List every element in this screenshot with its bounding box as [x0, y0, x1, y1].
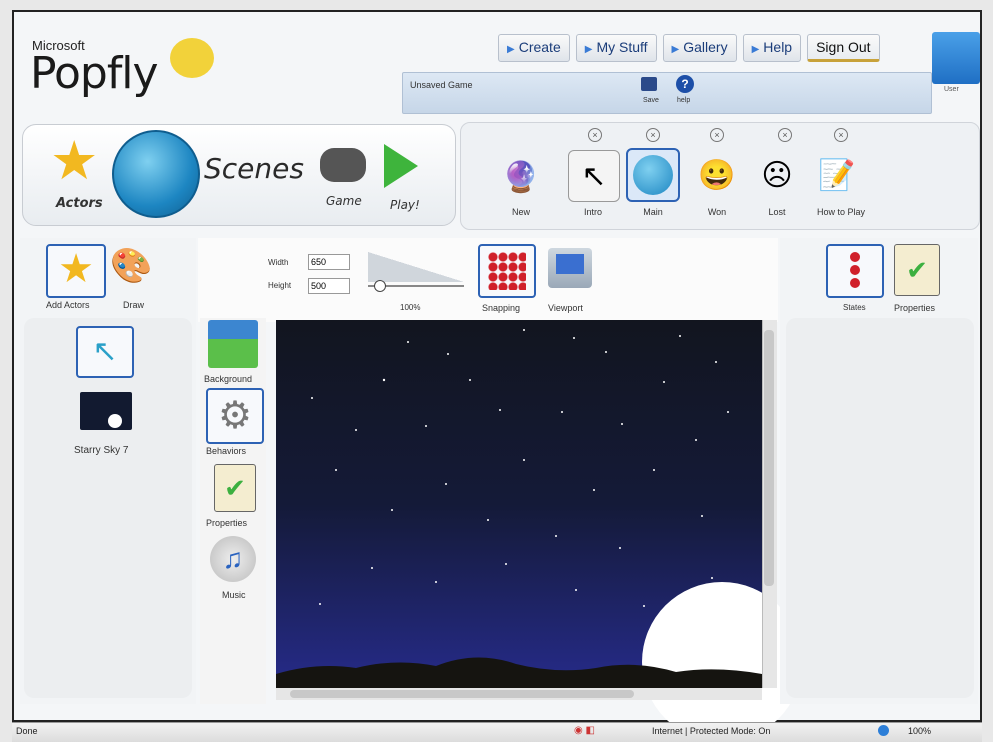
viewport-label: Viewport: [548, 303, 583, 313]
scene-label: Lost: [768, 207, 786, 217]
zoom-level[interactable]: 100%: [908, 726, 931, 736]
nav-gallery-label: Gallery: [683, 39, 728, 55]
nav-gallery[interactable]: ▶ Gallery: [662, 34, 737, 62]
status-text: Done: [16, 726, 38, 736]
user-label: User: [944, 86, 959, 93]
background-icon[interactable]: [208, 320, 258, 368]
scene-lost-icon[interactable]: ☹: [752, 150, 802, 200]
scenes-globe-icon[interactable]: [112, 130, 200, 218]
snapping-button[interactable]: [478, 244, 536, 298]
monitor-icon: [556, 254, 584, 274]
sign-out-button[interactable]: Sign Out: [807, 34, 880, 62]
scene-label: How to Play: [816, 207, 866, 217]
nav-help[interactable]: ▶ Help: [742, 34, 802, 62]
state-dot: [850, 252, 860, 262]
play-icon[interactable]: [384, 144, 418, 188]
user-avatar[interactable]: [932, 32, 980, 84]
state-dot: [850, 278, 860, 288]
status-icons: ◉ ◧: [574, 725, 595, 736]
game-title[interactable]: Unsaved Game: [410, 80, 473, 90]
close-icon[interactable]: ×: [778, 128, 792, 142]
help-icon[interactable]: ?: [676, 75, 694, 93]
behaviors-gear-icon[interactable]: ⚙: [206, 388, 264, 444]
scene-label: Main: [643, 207, 663, 217]
game-controller-icon[interactable]: [320, 148, 366, 182]
arrow-icon: ▶: [584, 44, 593, 55]
close-icon[interactable]: ×: [588, 128, 602, 142]
properties-panel: [786, 318, 974, 698]
music-label: Music: [222, 590, 246, 600]
star-icon: ★: [58, 247, 94, 291]
add-actors-button[interactable]: ★: [46, 244, 106, 298]
actor-name: Starry Sky 7: [74, 445, 129, 456]
globe-icon: [878, 725, 889, 736]
properties-clipboard-icon[interactable]: ✔: [214, 464, 256, 512]
add-actors-label: Add Actors: [46, 300, 90, 310]
scene-won-icon[interactable]: 😀: [692, 150, 742, 200]
draw-palette-icon[interactable]: 🎨: [110, 246, 156, 292]
close-icon[interactable]: ×: [710, 128, 724, 142]
height-label: Height: [268, 281, 292, 290]
close-icon[interactable]: ×: [646, 128, 660, 142]
properties-label: Properties: [206, 518, 248, 528]
grid-dots-icon: [488, 252, 526, 290]
states-button[interactable]: [826, 244, 884, 298]
width-label: Width: [268, 258, 289, 267]
scene-intro-icon[interactable]: ↖: [568, 150, 620, 202]
nav-create[interactable]: ▶ Create: [498, 34, 570, 62]
properties-tab-label: Properties: [894, 303, 936, 313]
scene-label: New: [511, 207, 530, 217]
browser-status-bar: [12, 722, 982, 742]
brand-logo: Popfly: [30, 48, 159, 99]
scene-new-icon[interactable]: 🔮: [496, 152, 546, 202]
zoom-value: 100%: [400, 303, 421, 312]
actor-thumbnail[interactable]: [80, 392, 132, 430]
height-input[interactable]: 500: [308, 278, 350, 294]
top-nav: ▶ Create ▶ My Stuff ▶ Gallery ▶ Help Sign Ou…: [498, 34, 880, 62]
scenes-tab-label[interactable]: Scenes: [204, 152, 304, 185]
arrow-icon: ▶: [751, 44, 760, 55]
behaviors-label: Behaviors: [206, 446, 247, 456]
globe-icon: [633, 155, 673, 195]
width-input[interactable]: 650: [308, 254, 350, 270]
properties-button[interactable]: ✔: [894, 244, 940, 296]
vertical-scroll-thumb[interactable]: [764, 330, 774, 586]
arrow-icon: ▶: [507, 44, 515, 55]
zoom-slider-handle[interactable]: [374, 280, 386, 292]
snapping-label: Snapping: [482, 303, 521, 313]
save-icon[interactable]: [641, 77, 657, 91]
actors-star-icon[interactable]: ★: [50, 134, 98, 188]
popfly-bird-icon: [170, 38, 214, 78]
scene-main-icon[interactable]: [626, 148, 680, 202]
nav-my-stuff[interactable]: ▶ My Stuff: [575, 34, 657, 62]
nav-create-label: Create: [518, 39, 561, 55]
state-dot: [850, 265, 860, 275]
viewport-button[interactable]: [548, 248, 592, 288]
hills-silhouette: [276, 657, 762, 688]
zoom-ramp: [368, 252, 464, 282]
moon-icon: [108, 414, 122, 428]
nav-help-label: Help: [763, 39, 793, 55]
actors-tab-label[interactable]: Actors: [56, 196, 103, 211]
game-tab-label[interactable]: Game: [326, 194, 362, 208]
game-title-bar: [402, 72, 932, 114]
nav-my-stuff-label: My Stuff: [596, 39, 648, 55]
security-zone[interactable]: Internet | Protected Mode: On: [652, 726, 770, 736]
pointer-tool-button[interactable]: ↖: [76, 326, 134, 378]
save-label: Save: [643, 97, 659, 104]
scene-how-to-play-icon[interactable]: 📝: [812, 150, 862, 200]
help-label: help: [677, 97, 691, 104]
horizontal-scroll-thumb[interactable]: [290, 690, 634, 698]
draw-label: Draw: [123, 300, 145, 310]
background-label: Background: [204, 374, 253, 384]
music-note-icon[interactable]: ♫: [210, 536, 256, 582]
play-button-label[interactable]: Play!: [390, 198, 420, 212]
states-label: States: [843, 303, 866, 312]
arrow-icon: ▶: [671, 44, 680, 55]
close-icon[interactable]: ×: [834, 128, 848, 142]
